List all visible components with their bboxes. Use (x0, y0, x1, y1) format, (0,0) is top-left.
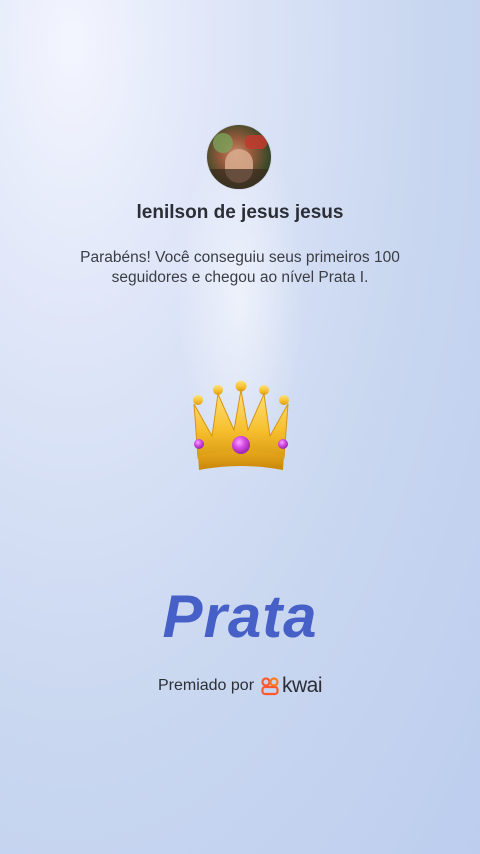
username: lenilson de jesus jesus (136, 202, 344, 223)
kwai-logo-icon (261, 677, 279, 696)
brand-name: kwai (282, 674, 323, 697)
level-name: Prata (162, 583, 318, 650)
congrats-message: Parabéns! Você conseguiu seus primeiros … (80, 249, 400, 286)
avatar (207, 125, 271, 189)
crown-icon (193, 380, 289, 470)
awarded-by-label: Premiado por (157, 677, 255, 694)
brand-logo: kwai (260, 674, 323, 698)
awarded-by: Premiado por kwai (0, 674, 480, 698)
